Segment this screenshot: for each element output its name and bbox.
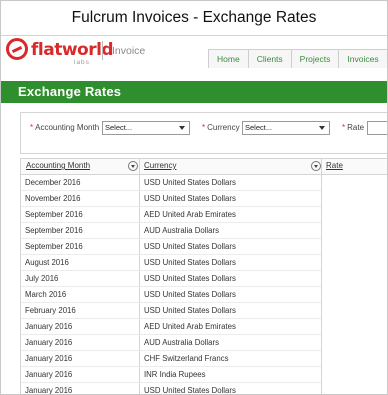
column-header-rate[interactable]: Rate: [326, 161, 343, 170]
cell-currency: USD United States Dollars: [144, 178, 236, 187]
cell-currency: AUD Australia Dollars: [144, 226, 219, 235]
cell-currency: USD United States Dollars: [144, 274, 236, 283]
table-row[interactable]: November 2016 USD United States Dollars: [21, 190, 321, 207]
accounting-month-select[interactable]: Select...: [102, 121, 190, 135]
table-row[interactable]: January 2016 AED United Arab Emirates: [21, 318, 321, 335]
logo-text: flatworld: [31, 40, 114, 60]
table-row[interactable]: January 2016 CHF Switzerland Francs: [21, 350, 321, 367]
cell-accounting-month: November 2016: [25, 194, 81, 203]
chevron-down-icon: [319, 126, 325, 130]
table-header: Accounting Month Currency Rate: [21, 158, 387, 175]
sort-menu-icon[interactable]: [311, 161, 321, 171]
cell-accounting-month: September 2016: [25, 242, 83, 251]
nav-tab-invoices[interactable]: Invoices: [338, 49, 387, 68]
page-title: Exchange Rates: [18, 84, 122, 99]
cell-accounting-month: January 2016: [25, 322, 73, 331]
app-container: flatworld labs Invoice Home Clients Proj…: [1, 36, 387, 394]
cell-accounting-month: July 2016: [25, 274, 59, 283]
module-name: Invoice: [112, 45, 146, 57]
cell-accounting-month: August 2016: [25, 258, 69, 267]
window-frame: Fulcrum Invoices - Exchange Rates flatwo…: [0, 0, 388, 395]
currency-select[interactable]: Select...: [242, 121, 330, 135]
cell-accounting-month: September 2016: [25, 226, 83, 235]
table-row[interactable]: March 2016 USD United States Dollars: [21, 286, 321, 303]
table-row[interactable]: January 2016 AUD Australia Dollars: [21, 334, 321, 351]
window-caption: Fulcrum Invoices - Exchange Rates: [1, 1, 387, 36]
rate-label: * Rate: [342, 123, 365, 132]
table-row[interactable]: January 2016 INR India Rupees: [21, 366, 321, 383]
exchange-rates-table: Accounting Month Currency Rate December …: [20, 158, 387, 395]
nav-tab-projects[interactable]: Projects: [290, 49, 340, 68]
cell-currency: USD United States Dollars: [144, 306, 236, 315]
nav-tab-clients[interactable]: Clients: [247, 49, 292, 68]
table-row[interactable]: August 2016 USD United States Dollars: [21, 254, 321, 271]
cell-currency: CHF Switzerland Francs: [144, 354, 229, 363]
cell-accounting-month: September 2016: [25, 210, 83, 219]
cell-accounting-month: January 2016: [25, 386, 73, 395]
accounting-month-label: * Accounting Month: [30, 123, 100, 132]
cell-accounting-month: December 2016: [25, 178, 81, 187]
logo-subtext: labs: [74, 59, 90, 66]
table-row[interactable]: September 2016 AUD Australia Dollars: [21, 222, 321, 239]
filter-panel: * Accounting Month Select... * Currency Se…: [20, 112, 387, 154]
table-row[interactable]: July 2016 USD United States Dollars: [21, 270, 321, 287]
cell-currency: USD United States Dollars: [144, 242, 236, 251]
currency-label: * Currency: [202, 123, 240, 132]
table-row[interactable]: February 2016 USD United States Dollars: [21, 302, 321, 319]
chevron-down-icon: [179, 126, 185, 130]
cell-currency: USD United States Dollars: [144, 258, 236, 267]
page-header-bar: Exchange Rates: [1, 81, 387, 103]
header-divider: [102, 41, 103, 60]
cell-currency: AED United Arab Emirates: [144, 322, 236, 331]
cell-currency: INR India Rupees: [144, 370, 206, 379]
cell-accounting-month: January 2016: [25, 338, 73, 347]
table-row[interactable]: September 2016 AED United Arab Emirates: [21, 206, 321, 223]
top-bar: flatworld labs Invoice Home Clients Proj…: [1, 36, 387, 78]
rate-input[interactable]: [367, 121, 387, 135]
main-nav: Home Clients Projects Invoices Pa: [208, 49, 387, 68]
table-row[interactable]: December 2016 USD United States Dollars: [21, 174, 321, 191]
cell-accounting-month: March 2016: [25, 290, 67, 299]
column-divider: [321, 158, 322, 394]
cell-accounting-month: February 2016: [25, 306, 76, 315]
cell-accounting-month: January 2016: [25, 354, 73, 363]
cell-currency: AED United Arab Emirates: [144, 210, 236, 219]
cell-currency: USD United States Dollars: [144, 194, 236, 203]
cell-currency: USD United States Dollars: [144, 386, 236, 395]
cell-currency: AUD Australia Dollars: [144, 338, 219, 347]
sort-menu-icon[interactable]: [128, 161, 138, 171]
column-header-accounting-month[interactable]: Accounting Month: [26, 161, 90, 170]
cell-accounting-month: January 2016: [25, 370, 73, 379]
nav-tab-home[interactable]: Home: [208, 49, 249, 68]
logo-mark-icon: [6, 38, 28, 60]
table-row[interactable]: September 2016 USD United States Dollars: [21, 238, 321, 255]
cell-currency: USD United States Dollars: [144, 290, 236, 299]
column-header-currency[interactable]: Currency: [144, 161, 176, 170]
table-row[interactable]: January 2016 USD United States Dollars: [21, 382, 321, 395]
